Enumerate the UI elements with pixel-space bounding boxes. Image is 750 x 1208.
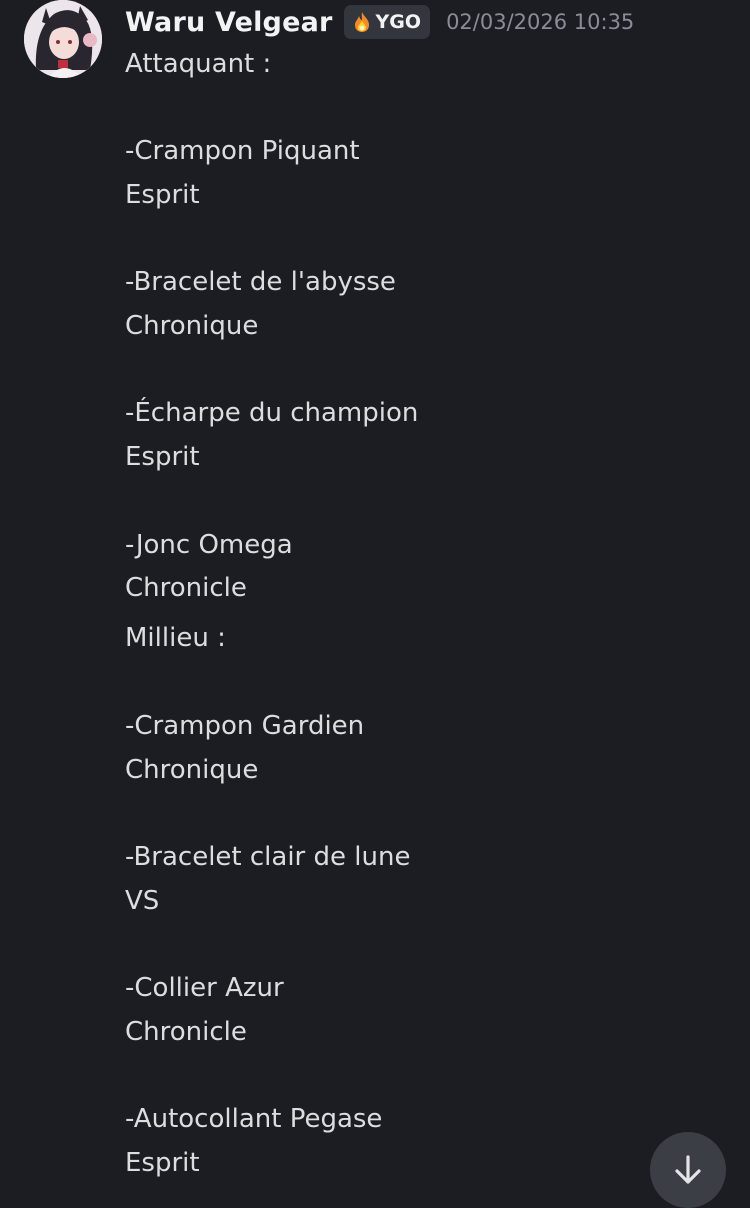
message-header: Waru Velgear YGO 02/03/2026 10:35: [125, 2, 634, 42]
message-line: -Bracelet de l'abysse: [125, 267, 396, 297]
flame-icon: [354, 12, 369, 32]
message-line: Millieu :: [125, 623, 226, 653]
message-line: Esprit: [125, 180, 200, 210]
message-line: -Collier Azur: [125, 973, 284, 1003]
arrow-down-icon: [675, 1155, 701, 1184]
message-line: Chronicle: [125, 1017, 247, 1047]
message-line: Esprit: [125, 442, 200, 472]
message-line: VS: [125, 886, 160, 916]
message-line: -Crampon Piquant: [125, 136, 360, 166]
guild-tag-badge[interactable]: YGO: [343, 5, 431, 39]
message-line: -Autocollant Pegase: [125, 1104, 383, 1134]
message-line: Chronicle: [125, 573, 247, 603]
message-line: Chronique: [125, 755, 259, 785]
scroll-to-bottom-button[interactable]: [650, 1132, 726, 1208]
message-line: Esprit: [125, 1148, 200, 1178]
message-line: Chronique: [125, 311, 259, 341]
guild-tag-label: YGO: [375, 11, 422, 33]
message-timestamp: 02/03/2026 10:35: [446, 10, 635, 34]
message-line: Attaquant :: [125, 49, 272, 79]
avatar-image: [24, 0, 102, 78]
avatar[interactable]: [24, 0, 102, 78]
message-line: -Jonc Omega: [125, 530, 293, 560]
author-name[interactable]: Waru Velgear: [125, 7, 333, 38]
message-line: -Bracelet clair de lune: [125, 842, 411, 872]
message-line: -Crampon Gardien: [125, 711, 365, 741]
message-line: -Écharpe du champion: [125, 398, 419, 428]
